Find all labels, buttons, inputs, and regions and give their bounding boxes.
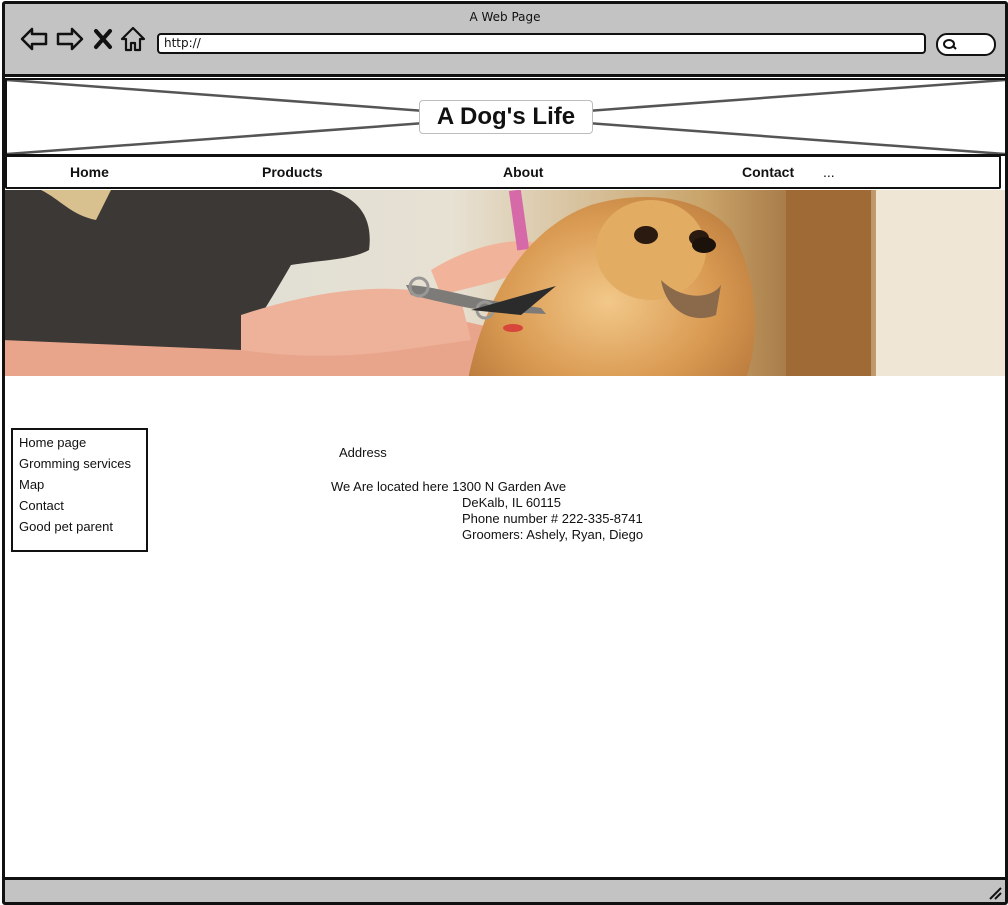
close-icon[interactable] [91, 25, 115, 53]
phone-number: Phone number # 222-335-8741 [462, 511, 643, 526]
window-title: A Web Page [469, 10, 541, 24]
url-input[interactable]: http:// [157, 33, 926, 54]
sidebar-item-map[interactable]: Map [13, 474, 146, 495]
groomers-list: Groomers: Ashely, Ryan, Diego [462, 527, 644, 542]
nav-contact[interactable]: Contact [742, 157, 794, 187]
address-line-street: We Are located here 1300 N Garden Ave [331, 479, 567, 494]
top-nav: Home Products About Contact ... [5, 155, 1001, 189]
page-title: A Dog's Life [419, 100, 593, 134]
sidebar-item-home-page[interactable]: Home page [13, 432, 146, 453]
nav-products[interactable]: Products [262, 157, 323, 187]
address-heading: Address [339, 445, 387, 460]
sidebar-item-contact[interactable]: Contact [13, 495, 146, 516]
search-field[interactable] [936, 33, 996, 56]
resize-grip-icon[interactable] [986, 884, 1002, 900]
browser-toolbar: A Web Page http:// [5, 4, 1005, 77]
hero-image [5, 190, 1005, 376]
search-icon [943, 39, 957, 50]
header-banner: A Dog's Life [5, 78, 1005, 156]
nav-about[interactable]: About [503, 157, 543, 187]
home-icon[interactable] [120, 25, 146, 53]
back-arrow-icon[interactable] [19, 25, 49, 53]
nav-home[interactable]: Home [70, 157, 109, 187]
dog-grooming-photo [5, 190, 1005, 376]
sidebar-menu: Home page Gromming services Map Contact … [11, 428, 148, 552]
browser-window: A Web Page http:// A Dog's Life Home Pro… [2, 1, 1008, 905]
status-bar [5, 877, 1005, 902]
address-block: We Are located here 1300 N Garden Ave De… [331, 479, 643, 543]
address-line-city: DeKalb, IL 60115 [462, 495, 562, 510]
nav-more[interactable]: ... [823, 157, 835, 187]
sidebar-item-grooming-services[interactable]: Gromming services [13, 453, 146, 474]
forward-arrow-icon[interactable] [55, 25, 85, 53]
sidebar-item-good-pet-parent[interactable]: Good pet parent [13, 516, 146, 537]
